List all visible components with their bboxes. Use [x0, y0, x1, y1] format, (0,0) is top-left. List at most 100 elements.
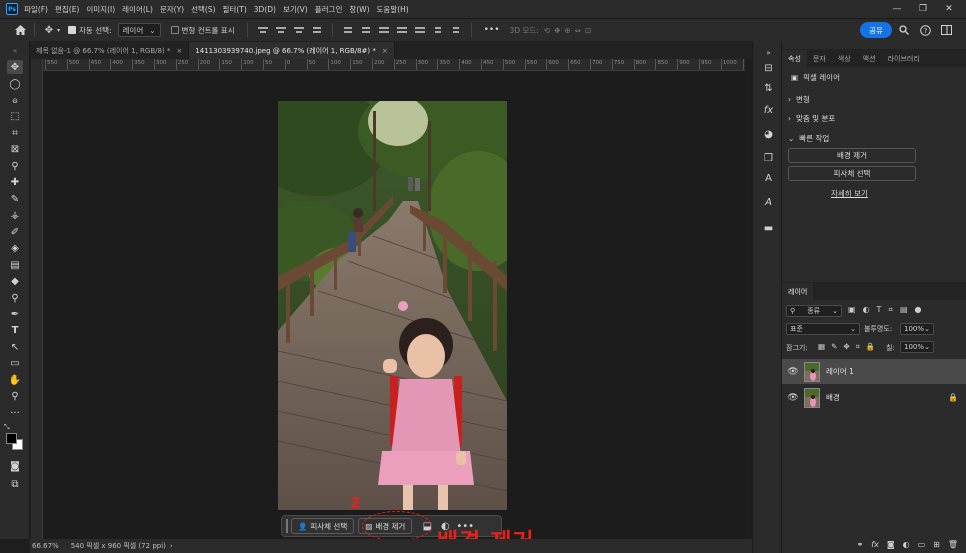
menu-3d[interactable]: 3D(D) — [254, 5, 276, 14]
drag-handle[interactable] — [286, 519, 288, 533]
lock-artboard-icon[interactable]: ⌗ — [856, 342, 860, 352]
distribute-top-icon[interactable] — [431, 24, 445, 36]
new-adjustment-icon[interactable]: ◐ — [903, 540, 910, 549]
quick-select-subject-button[interactable]: 피사체 선택 — [788, 166, 916, 181]
quick-actions-section[interactable]: ⌄ 빠른 작업 — [788, 133, 829, 144]
auto-select-dropdown[interactable]: 레이어 ⌄ — [117, 23, 161, 37]
history-brush-tool-icon[interactable]: ✐ — [7, 225, 23, 239]
menu-layer[interactable]: 레이어(L) — [122, 4, 153, 15]
fill-field[interactable]: 100% ⌄ — [900, 341, 934, 353]
swatches-icon[interactable]: ❒ — [761, 151, 776, 166]
fx-icon[interactable]: fx — [871, 540, 879, 549]
menu-file[interactable]: 파일(F) — [24, 4, 48, 15]
align-center-h-icon[interactable] — [274, 24, 288, 36]
brush-settings-icon[interactable]: ▬ — [761, 221, 776, 236]
menu-type[interactable]: 문자(Y) — [160, 4, 184, 15]
hand-tool-icon[interactable]: ✋ — [7, 373, 23, 387]
distribute-right-icon[interactable] — [413, 24, 427, 36]
shape-filter-icon[interactable]: ⌗ — [888, 305, 893, 315]
fx-styles-icon[interactable]: fx — [761, 103, 776, 118]
help-icon[interactable]: ? — [917, 22, 933, 38]
menu-select[interactable]: 선택(S) — [191, 4, 215, 15]
auto-select-checkbox[interactable] — [68, 26, 77, 34]
menu-view[interactable]: 보기(V) — [283, 4, 308, 15]
distribute-center-icon[interactable] — [395, 24, 409, 36]
photoshop-logo[interactable]: Ps — [6, 3, 18, 15]
more-tools-icon[interactable]: ··· — [7, 406, 23, 420]
eraser-tool-icon[interactable]: ◈ — [7, 241, 23, 255]
align-section[interactable]: › 맞춤 및 분포 — [788, 113, 835, 124]
restore-button[interactable]: ❐ — [910, 4, 936, 14]
link-layers-icon[interactable]: ⚭ — [857, 540, 864, 549]
clone-stamp-tool-icon[interactable]: ⚶ — [7, 208, 23, 222]
layer-row-background[interactable]: 👁 배경 🔒 — [782, 385, 966, 410]
quick-remove-background-button[interactable]: 배경 제거 — [788, 148, 916, 163]
pen-tool-icon[interactable]: ✒ — [7, 307, 23, 321]
move-tool-icon[interactable]: ✥ — [7, 60, 23, 74]
toolbar-collapse-icon[interactable]: « — [7, 44, 23, 58]
menu-plugins[interactable]: 플러그인 — [315, 4, 343, 15]
search-icon[interactable] — [896, 22, 912, 38]
minimize-button[interactable]: — — [884, 4, 910, 14]
align-left-icon[interactable] — [256, 24, 270, 36]
tab-libraries[interactable]: 라이브러리 — [882, 50, 926, 67]
chevron-right-icon[interactable]: › — [170, 542, 173, 550]
select-subject-button[interactable]: 👤 피사체 선택 — [291, 518, 355, 534]
align-top-icon[interactable] — [310, 24, 324, 36]
close-icon[interactable]: × — [176, 47, 182, 55]
align-middle-icon[interactable] — [341, 24, 355, 36]
canvas-area[interactable] — [43, 72, 745, 539]
home-icon[interactable] — [12, 22, 28, 38]
lock-icon[interactable]: 🔒 — [948, 393, 958, 402]
menu-image[interactable]: 이미지(I) — [86, 4, 115, 15]
dock-collapse-icon[interactable]: » — [761, 45, 776, 60]
distribute-bottom-icon[interactable] — [449, 24, 463, 36]
delete-layer-icon[interactable]: 🗑 — [948, 540, 958, 549]
share-button[interactable]: 공유 — [860, 22, 892, 38]
zoom-tool-icon[interactable]: ⚲ — [7, 389, 23, 403]
tab-photo-jpeg[interactable]: 1411303939740.jpeg @ 66.7% (레이어 1, RGB/8… — [189, 42, 395, 59]
learn-more-link[interactable]: 자세히 보기 — [831, 188, 868, 199]
tab-color[interactable]: 색상 — [832, 50, 857, 67]
blur-tool-icon[interactable]: ◆ — [7, 274, 23, 288]
layer-row-layer1[interactable]: 👁 레이어 1 — [782, 359, 966, 384]
history-icon[interactable]: ⊟ — [761, 61, 776, 76]
tab-untitled-1[interactable]: 제목 없음-1 @ 66.7% (레이어 1, RGB/8) * × — [30, 42, 190, 59]
screen-mode-icon[interactable]: ⧉ — [7, 477, 23, 491]
tab-properties[interactable]: 속성 — [782, 50, 807, 67]
zoom-level[interactable]: 66.67% — [32, 542, 59, 550]
transform-section[interactable]: › 변형 — [788, 94, 810, 105]
align-bottom-icon[interactable] — [359, 24, 373, 36]
glyphs-icon[interactable]: A — [761, 195, 776, 210]
new-group-icon[interactable]: ▭ — [918, 540, 926, 549]
close-window-button[interactable]: ✕ — [936, 4, 962, 14]
layer-filter-dropdown[interactable]: ⚲ 종류 ⌄ — [786, 305, 842, 317]
photo-layer-image[interactable] — [278, 101, 507, 510]
menu-help[interactable]: 도움말(H) — [377, 4, 409, 15]
visibility-eye-icon[interactable]: 👁 — [782, 367, 804, 377]
type-tool-icon[interactable]: T — [7, 323, 23, 337]
tab-actions[interactable]: 액션 — [857, 50, 882, 67]
distribute-left-icon[interactable] — [377, 24, 391, 36]
menu-window[interactable]: 창(W) — [349, 4, 369, 15]
spot-healing-tool-icon[interactable]: ✚ — [7, 175, 23, 189]
horizontal-ruler[interactable]: 550 500 450 400 350 300 250 200 150 100 50 0 50 100 15… — [43, 59, 745, 71]
gradient-tool-icon[interactable]: ▤ — [7, 258, 23, 272]
3d-mode-icons[interactable]: ⟲✥⊕⇔⊡ — [544, 26, 595, 35]
path-selection-tool-icon[interactable]: ↖ — [7, 340, 23, 354]
smart-object-filter-icon[interactable]: ▤ — [900, 305, 908, 315]
character-icon[interactable]: A — [761, 171, 776, 186]
chevron-down-icon[interactable]: ▾ — [57, 27, 60, 34]
visibility-eye-icon[interactable]: 👁 — [782, 393, 804, 403]
transform-controls-checkbox[interactable] — [170, 26, 179, 34]
menu-filter[interactable]: 필터(T) — [223, 4, 247, 15]
adjustments-icon[interactable]: ⇅ — [761, 81, 776, 96]
layer-name[interactable]: 배경 — [826, 392, 840, 403]
more-options-button[interactable]: ••• — [484, 25, 500, 35]
filter-toggle-icon[interactable]: ● — [915, 305, 922, 315]
brush-tool-icon[interactable]: ✎ — [7, 192, 23, 206]
menu-edit[interactable]: 편집(E) — [55, 4, 79, 15]
adjustment-filter-icon[interactable]: ◐ — [863, 305, 870, 315]
lasso-tool-icon[interactable]: ဓ — [7, 93, 23, 107]
blend-mode-dropdown[interactable]: 표준 ⌄ — [786, 323, 860, 335]
